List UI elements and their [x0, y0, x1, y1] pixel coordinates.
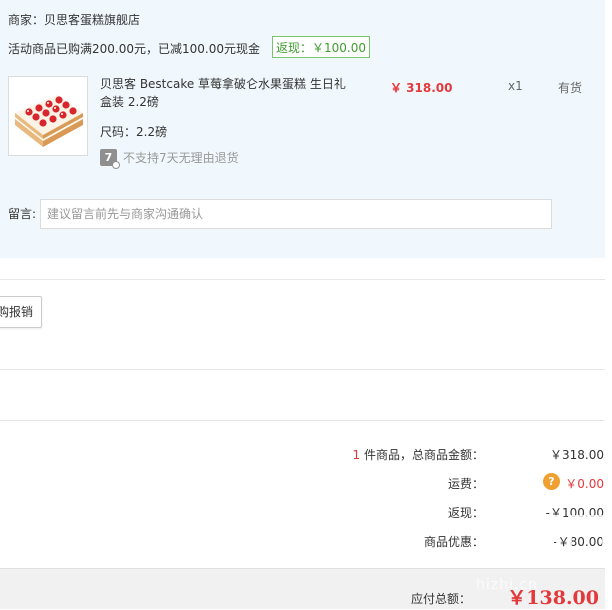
total-value: ￥138.00: [507, 587, 599, 609]
product-name[interactable]: 贝思客 Bestcake 草莓拿破仑水果蛋糕 生日礼盒装 2.2磅: [100, 75, 355, 111]
rebate-tag: 返现：￥100.00: [272, 36, 370, 58]
rebate-label: 返现：: [447, 506, 484, 520]
product-size: 尺码：2.2磅: [100, 125, 168, 139]
total-label: 应付总额：: [410, 592, 471, 606]
shipping-value: ￥0.00: [565, 477, 604, 491]
no-7-day-return-icon: 7: [100, 149, 120, 169]
divider: [0, 420, 605, 421]
return-policy-text: 不支持7天无理由退货: [123, 151, 239, 165]
note-label: 留言:: [8, 207, 37, 221]
question-circle-icon[interactable]: ?: [543, 473, 560, 490]
shipping-label: 运费：: [447, 477, 484, 491]
product-quantity: x1: [508, 79, 523, 93]
promo-text: 活动商品已购满200.00元，已减100.00元现金: [8, 42, 260, 56]
return-icon-char: 7: [104, 151, 113, 164]
divider: [0, 369, 605, 370]
discount-row: 商品优惠： -￥80.00: [300, 533, 604, 553]
stock-status: 有货: [558, 81, 583, 95]
discount-value: -￥80.00: [553, 535, 604, 549]
rebate-value: -￥100.00: [545, 506, 604, 520]
rebate-row: 返现： -￥100.00: [300, 504, 604, 524]
order-item-block: 商家：贝思客蛋糕旗舰店 活动商品已购满200.00元，已减100.00元现金 返…: [0, 0, 605, 258]
divider: [0, 279, 605, 280]
cake-image: [9, 77, 87, 155]
note-input[interactable]: [40, 199, 552, 229]
total-bar: 应付总额： ￥138.00: [0, 568, 605, 609]
goods-total-label: 1 件商品，总商品金额：: [353, 446, 484, 463]
product-price: ￥ 318.00: [390, 81, 453, 95]
reimbursement-button[interactable]: 购报销: [0, 296, 42, 328]
discount-label: 商品优惠：: [423, 535, 484, 549]
goods-total-row: 1 件商品，总商品金额： ￥318.00: [300, 446, 604, 466]
goods-total-value: ￥318.00: [550, 448, 604, 462]
shipping-row: 运费： ? ￥0.00: [300, 473, 604, 495]
return-icon-badge: [112, 161, 120, 169]
product-thumbnail[interactable]: [8, 76, 88, 156]
seller-name: 商家：贝思客蛋糕旗舰店: [8, 13, 141, 27]
item-count-suffix: 件商品，总商品金额：: [360, 448, 484, 462]
return-policy-row: 7 不支持7天无理由退货: [100, 149, 239, 169]
